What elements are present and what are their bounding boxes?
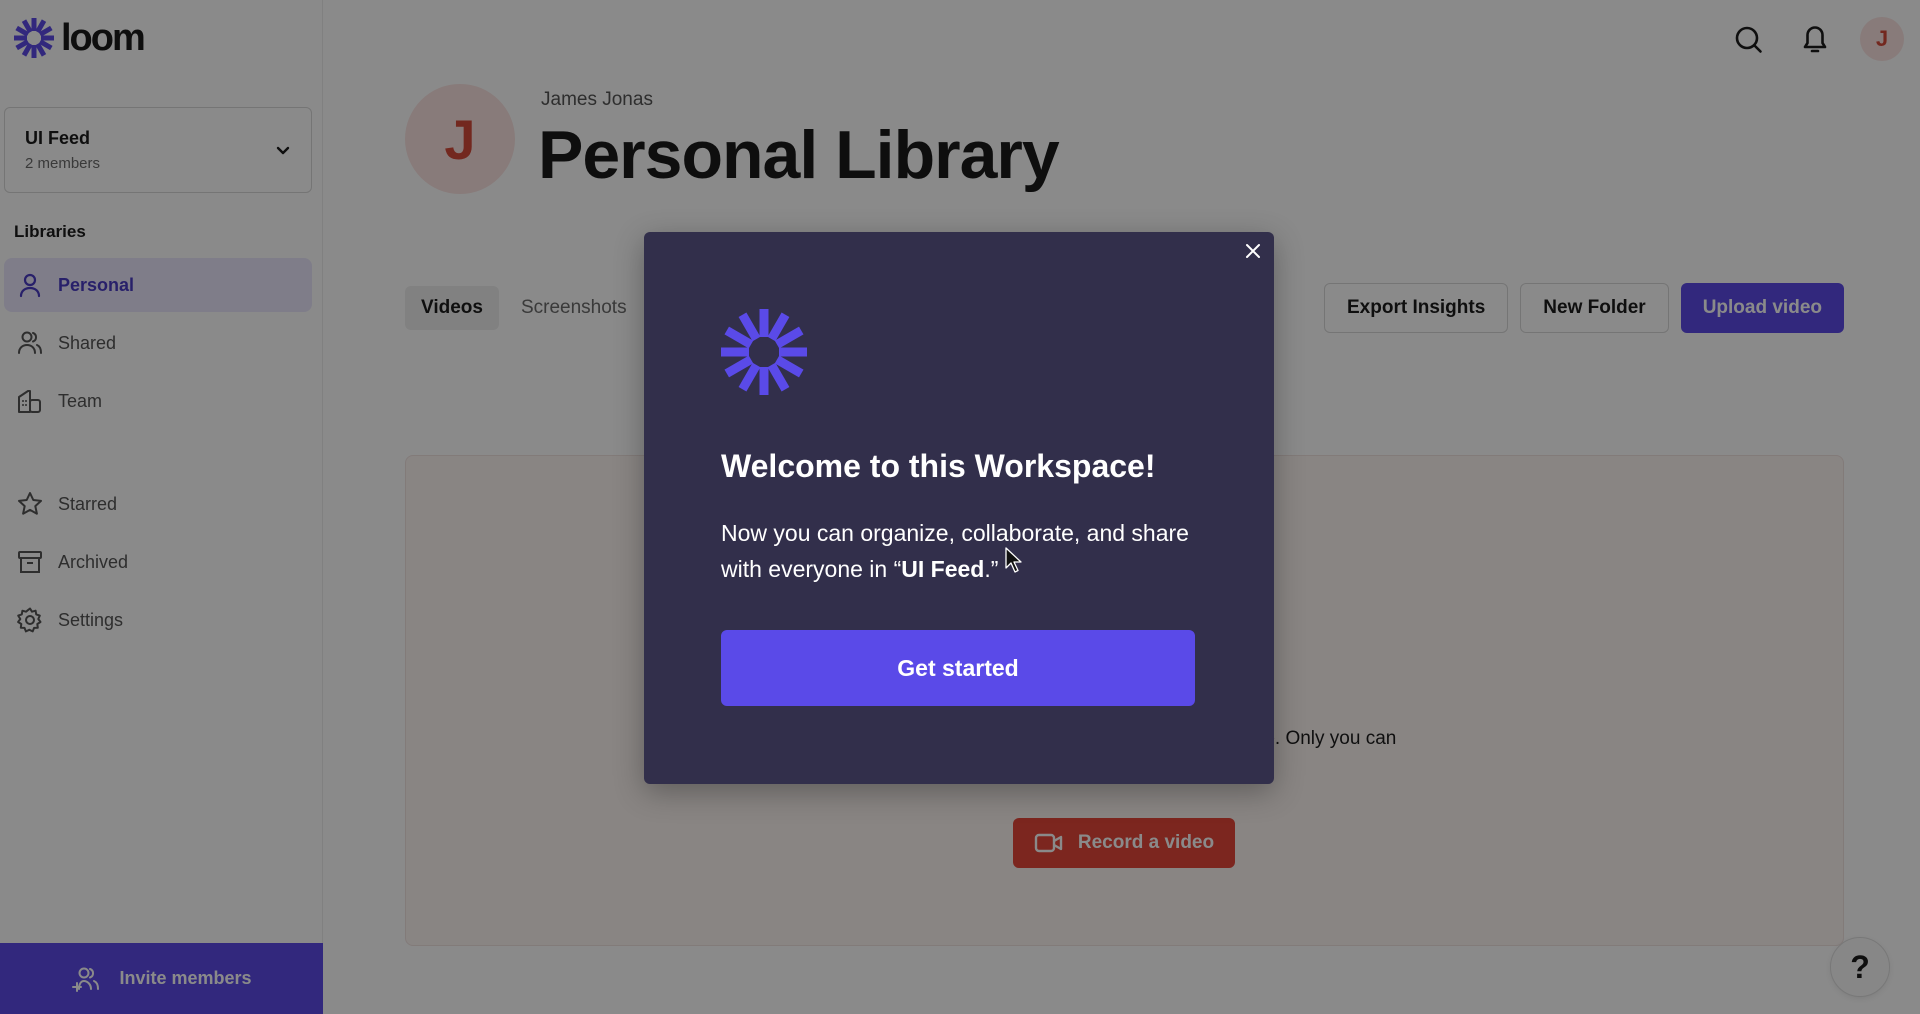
modal-body-suffix: .” <box>984 556 999 582</box>
modal-body: Now you can organize, collaborate, and s… <box>721 515 1191 587</box>
close-icon <box>1246 244 1260 258</box>
loom-logo-icon <box>721 309 807 395</box>
welcome-modal: Welcome to this Workspace! Now you can o… <box>644 232 1274 784</box>
mouse-cursor-icon <box>1005 547 1022 573</box>
get-started-button[interactable]: Get started <box>721 630 1195 706</box>
modal-workspace-name: UI Feed <box>901 556 985 582</box>
modal-close-button[interactable] <box>1240 238 1266 264</box>
modal-title: Welcome to this Workspace! <box>721 448 1156 484</box>
